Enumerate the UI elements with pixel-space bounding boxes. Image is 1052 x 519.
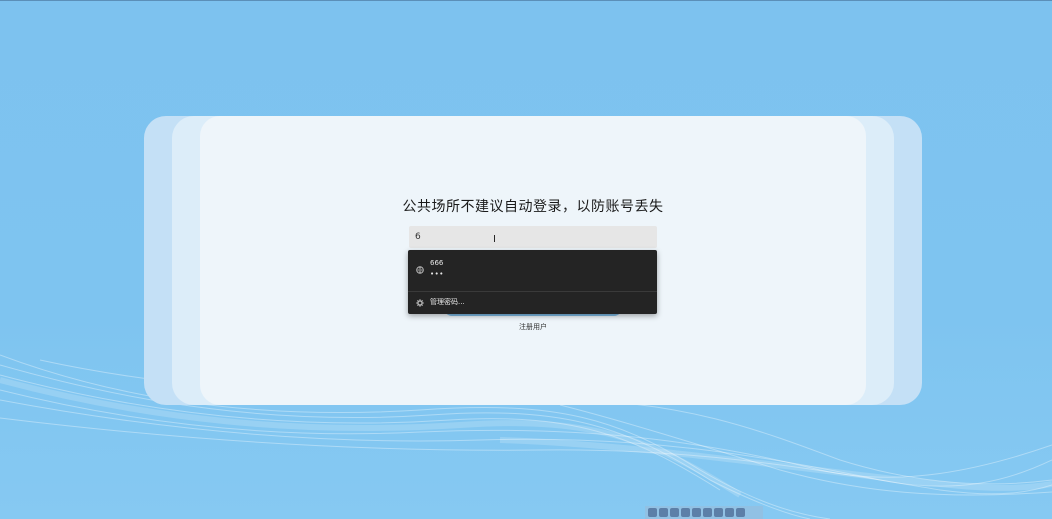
moon-icon[interactable] xyxy=(670,508,679,517)
saved-username: 666 xyxy=(430,259,444,267)
manage-passwords-item[interactable]: 管理密码... xyxy=(408,292,657,314)
settings-icon[interactable] xyxy=(736,508,745,517)
manage-passwords-label: 管理密码... xyxy=(430,298,465,306)
autofill-dropdown: 666 ••• 管理密码... xyxy=(408,250,657,314)
register-user-link[interactable]: 注册用户 xyxy=(200,322,866,332)
saved-credential-item[interactable]: 666 ••• xyxy=(408,250,657,291)
text-cursor-icon: I xyxy=(493,234,496,245)
input-method-toolbar xyxy=(645,506,763,519)
keyboard-icon[interactable] xyxy=(648,508,657,517)
key-globe-icon xyxy=(416,266,424,274)
keyboard-layout-icon[interactable] xyxy=(703,508,712,517)
login-warning-title: 公共场所不建议自动登录，以防账号丢失 xyxy=(402,199,664,215)
grid-icon[interactable] xyxy=(692,508,701,517)
chinese-input-icon[interactable] xyxy=(659,508,668,517)
shirt-icon[interactable] xyxy=(725,508,734,517)
saved-password-mask: ••• xyxy=(430,270,444,278)
username-input[interactable] xyxy=(409,226,657,248)
gear-icon xyxy=(416,299,424,307)
clipboard-icon[interactable] xyxy=(714,508,723,517)
punctuation-icon[interactable] xyxy=(681,508,690,517)
